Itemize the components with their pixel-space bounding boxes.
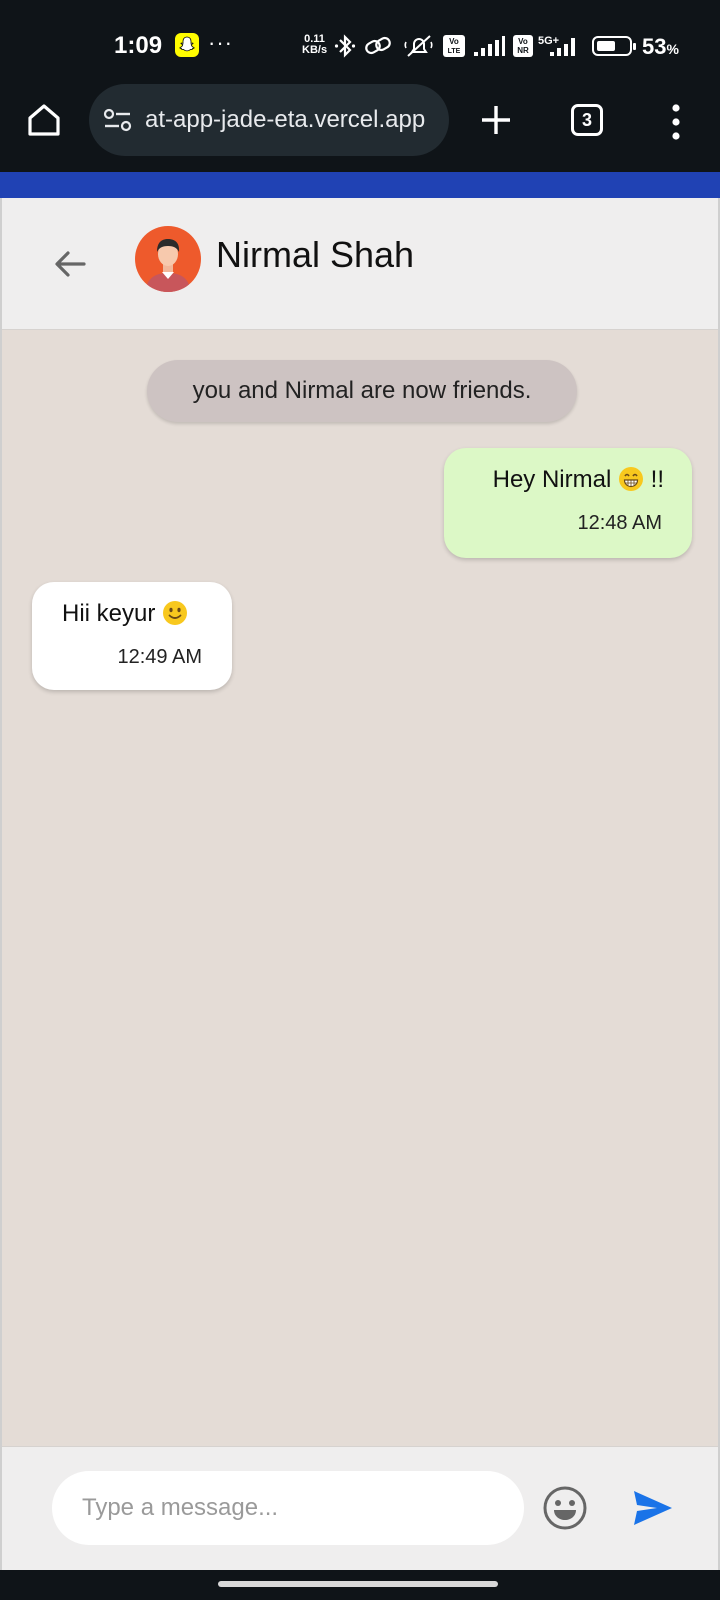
link-icon <box>365 36 391 55</box>
overflow-menu-icon[interactable] <box>666 102 686 142</box>
system-navigation-bar <box>0 1570 720 1600</box>
vonr-icon: VoNR <box>513 35 533 57</box>
status-time: 1:09 <box>114 32 163 59</box>
url-text[interactable]: at-app-jade-eta.vercel.app <box>145 106 425 134</box>
svg-text:NR: NR <box>517 46 529 55</box>
message-text-part: !! <box>650 466 664 493</box>
svg-text:5G+: 5G+ <box>538 35 559 47</box>
contact-name[interactable]: Nirmal Shah <box>216 234 414 276</box>
message-input[interactable] <box>52 1471 524 1545</box>
svg-text:Vo: Vo <box>449 37 459 46</box>
site-settings-icon[interactable] <box>103 108 133 132</box>
incoming-message-bubble[interactable]: Hii keyur 12:49 AM <box>32 582 232 690</box>
network-speed-unit: KB/s <box>302 44 328 56</box>
battery-icon <box>592 36 636 56</box>
message-time: 12:49 AM <box>117 646 202 668</box>
more-notifications-icon: ··· <box>208 30 233 55</box>
home-icon[interactable] <box>24 100 64 140</box>
address-bar[interactable]: at-app-jade-eta.vercel.app <box>89 84 449 156</box>
battery-value: 53 <box>642 34 667 59</box>
gesture-handle[interactable] <box>218 1581 498 1587</box>
tab-switcher-button[interactable]: 3 <box>571 104 603 136</box>
emoji-picker-icon[interactable] <box>542 1485 588 1531</box>
grinning-face-emoji-icon <box>618 467 643 491</box>
accent-strip <box>0 172 720 198</box>
new-tab-icon[interactable] <box>478 102 514 138</box>
message-time: 12:48 AM <box>577 512 662 534</box>
snapchat-icon <box>175 33 199 57</box>
send-icon[interactable] <box>632 1489 674 1527</box>
slightly-smiling-face-emoji-icon <box>163 601 188 625</box>
message-text-part: Hey Nirmal <box>492 466 612 493</box>
avatar[interactable] <box>135 226 201 292</box>
message-text: Hey Nirmal !! <box>493 466 664 494</box>
system-message: you and Nirmal are now friends. <box>147 360 577 422</box>
battery-unit: % <box>666 41 679 57</box>
signal-icon <box>474 36 505 56</box>
browser-toolbar: at-app-jade-eta.vercel.app 3 <box>0 84 720 172</box>
back-arrow-icon[interactable] <box>48 242 92 286</box>
alarm-off-icon <box>404 35 433 57</box>
chat-header: Nirmal Shah <box>2 198 718 330</box>
svg-text:LTE: LTE <box>448 48 461 55</box>
chat-app: Nirmal Shah you and Nirmal are now frien… <box>0 198 720 1570</box>
bluetooth-icon <box>334 34 356 58</box>
message-text-part: Hii keyur <box>62 600 156 627</box>
message-text: Hii keyur <box>62 600 188 628</box>
volte-icon: Vo LTE <box>443 35 465 57</box>
battery-percent: 53% <box>642 34 679 60</box>
outgoing-message-bubble[interactable]: Hey Nirmal !! 12:48 AM <box>444 448 692 558</box>
message-composer <box>2 1446 718 1570</box>
status-bar: 1:09 ··· 0.11 KB/s Vo LTE Vo NR 5G+ 53% <box>0 0 720 86</box>
network-speed: 0.11 KB/s <box>302 34 327 56</box>
5g-signal-icon: 5G+ <box>538 35 575 56</box>
svg-text:Vo: Vo <box>518 37 528 46</box>
